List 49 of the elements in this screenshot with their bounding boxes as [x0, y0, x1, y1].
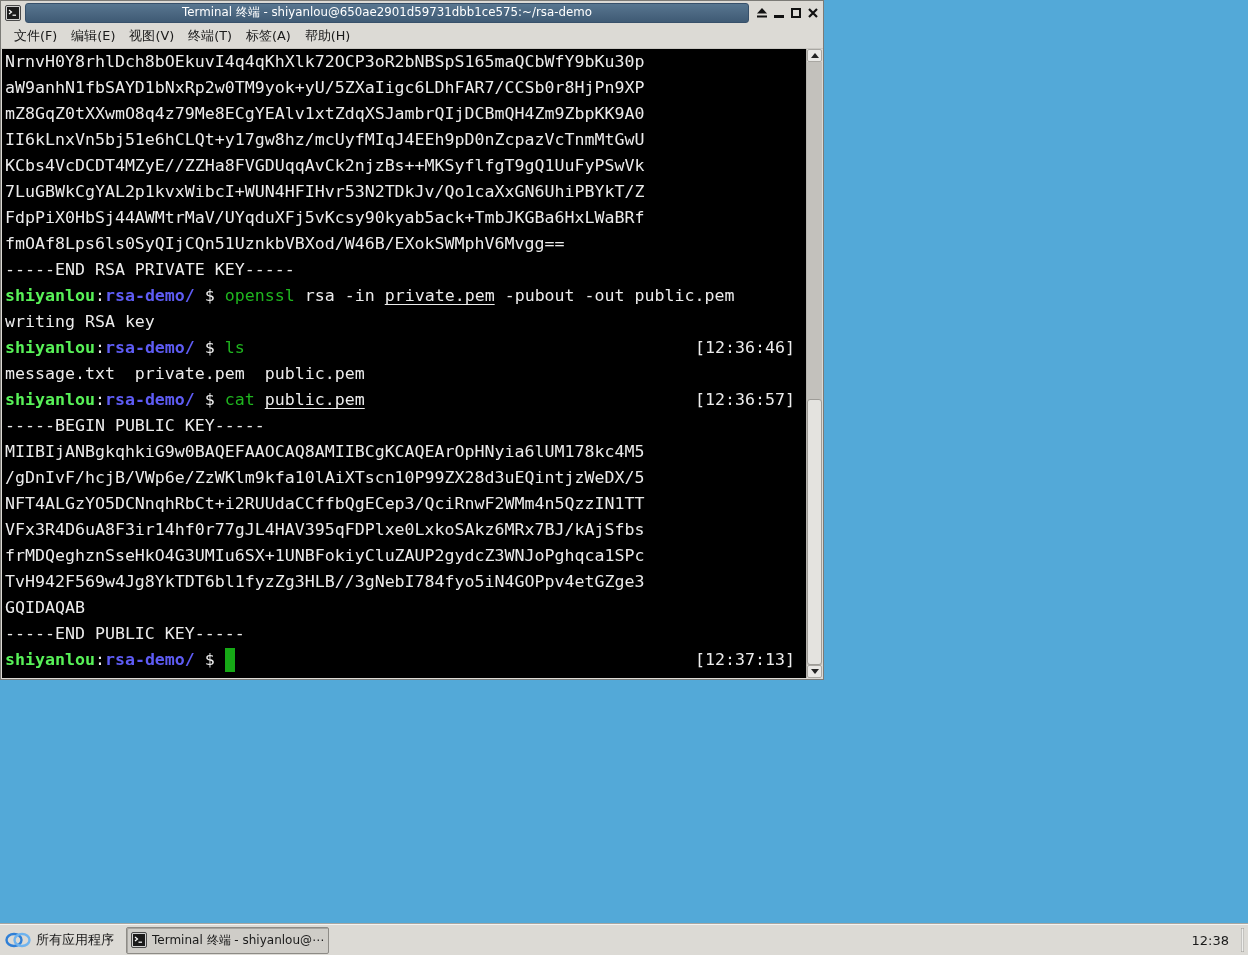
output-line: KCbs4VcDCDT4MZyE//ZZHa8FVGDUqqAvCk2njzBs++MKSyflfgT9gQ1UuFyPSwVk	[5, 155, 645, 177]
scroll-up-button[interactable]	[807, 49, 822, 62]
taskbar-button[interactable]: Terminal 终端 - shiyanlou@⋯	[126, 926, 330, 954]
output-line: -----BEGIN PUBLIC KEY-----	[5, 415, 265, 437]
output-line: /gDnIvF/hcjB/VWp6e/ZzWKlm9kfa10lAiXTscn10P99ZX28d3uEQintjzWeDX/5	[5, 467, 645, 489]
eject-icon	[756, 7, 768, 18]
up-arrow-icon	[810, 53, 819, 58]
output-line: TvH942F569w4Jg8YkTDT6bl1fyzZg3HLB//3gNebI784fyo5iN4GOPpv4etGZge3	[5, 571, 645, 593]
terminal-icon[interactable]	[5, 4, 21, 21]
output-line: -----END RSA PRIVATE KEY-----	[5, 259, 295, 281]
minimize-icon	[774, 15, 784, 18]
output-line: GQIDAQAB	[5, 597, 85, 619]
output-line: VFx3R4D6uA8F3ir14hf0r77gJL4HAV395qFDPlxe0LxkoSAkz6MRx7BJ/kAjSfbs	[5, 519, 645, 541]
menu-item[interactable]: 视图(V)	[122, 25, 182, 47]
menu-item[interactable]: 终端(T)	[181, 25, 239, 47]
output-line: FdpPiX0HbSj44AWMtrMaV/UYqduXFj5vKcsy90kyab5ack+TmbJKGBa6HxLWaBRf	[5, 207, 645, 229]
output-line: aW9anhN1fbSAYD1bNxRp2w0TM9yok+yU/5ZXaIigc6LDhFAR7/CCSb0r8HjPn9XP	[5, 77, 645, 99]
output-line: message.txt private.pem public.pem	[5, 363, 365, 385]
output-line: mZ8GqZ0tXXwmO8q4z79Me8ECgYEAlv1xtZdqXSJambrQIjDCBmQH4Zm9ZbpKK9A0	[5, 103, 645, 125]
timestamp: [12:36:57]	[695, 389, 795, 411]
rings-logo-icon	[5, 931, 31, 949]
output-line: -----END PUBLIC KEY-----	[5, 623, 245, 645]
output-line: NFT4ALGzYO5DCNnqhRbCt+i2RUUdaCCffbQgECep3/QciRnwF2WMm4n5QzzIN1TT	[5, 493, 645, 515]
output-line: II6kLnxVn5bj51e6hCLQt+y17gw8hz/mcUyfMIqJ4EEh9pD0nZcpazVcTnmMtGwU	[5, 129, 645, 151]
menu-item[interactable]: 编辑(E)	[64, 25, 123, 47]
output-line: NrnvH0Y8rhlDch8bOEkuvI4q4qKhXlk72OCP3oR2bNBSpS165maQCbWfY9bKu30p	[5, 51, 645, 73]
maximize-icon	[791, 7, 801, 18]
command-line: shiyanlou:rsa-demo/ $ ls	[5, 337, 245, 359]
command-line: shiyanlou:rsa-demo/ $ cat public.pem	[5, 389, 365, 411]
output-line: MIIBIjANBgkqhkiG9w0BAQEFAAOCAQ8AMIIBCgKCAQEArOpHNyia6lUM178kc4M5	[5, 441, 645, 463]
scroll-thumb[interactable]	[807, 399, 822, 665]
timestamp: [12:36:46]	[695, 337, 795, 359]
menu-item[interactable]: 标签(A)	[239, 25, 298, 47]
down-arrow-icon	[810, 669, 819, 674]
command-line: shiyanlou:rsa-demo/ $	[5, 649, 215, 671]
terminal-icon	[131, 932, 147, 948]
command-line: shiyanlou:rsa-demo/ $ openssl rsa -in private.pem -pubout -out public.pem	[5, 285, 735, 307]
output-line: 7LuGBWkCgYAL2p1kvxWibcI+WUN4HFIHvr53N2TDkJv/Qo1caXxGN6UhiPBYkT/Z	[5, 181, 645, 203]
window-title: Terminal 终端 - shiyanlou@650ae2901d59731dbb1ce575:~/rsa-demo	[182, 4, 592, 21]
output-line: frMDQeghznSseHkO4G3UMIu6SX+1UNBFokiyCluZAUP2gydcZ3WNJoPghqca1SPc	[5, 545, 645, 567]
menu-item[interactable]: 文件(F)	[7, 25, 65, 47]
menu-item[interactable]: 帮助(H)	[297, 25, 358, 47]
close-icon	[808, 7, 818, 18]
output-line: fmOAf8Lps6ls0SyQIjCQn51UznkbVBXod/W46B/EXokSWMphV6Mvgg==	[5, 233, 565, 255]
timestamp: [12:37:13]	[695, 649, 795, 671]
output-line: writing RSA key	[5, 311, 155, 333]
scroll-down-button[interactable]	[807, 665, 822, 678]
clock: 12:38	[1191, 932, 1229, 948]
app-menu-button[interactable]: 所有应用程序	[3, 927, 118, 953]
